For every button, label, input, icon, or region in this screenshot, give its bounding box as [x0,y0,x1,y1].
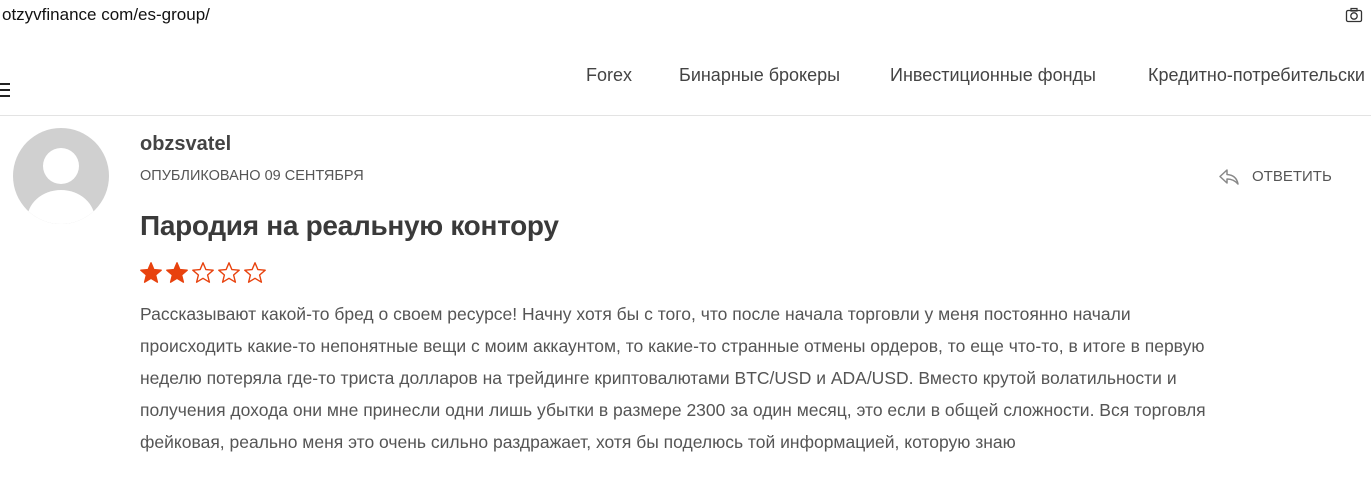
nav-item-binary-brokers[interactable]: Бинарные брокеры [679,65,840,86]
review-author[interactable]: obzsvatel [140,133,231,156]
review-published-date: ОПУБЛИКОВАНО 09 СЕНТЯБРЯ [140,168,364,184]
star-empty-icon [244,262,266,283]
header-divider [0,115,1371,116]
star-rating [139,261,269,285]
star-filled-icon [166,262,188,283]
nav-item-investment-funds[interactable]: Инвестиционные фонды [890,65,1096,86]
reply-label: ОТВЕТИТЬ [1252,168,1332,185]
review-title: Пародия на реальную контору [140,210,559,241]
review-body-line: фейковая, реально меня это очень сильно … [140,432,1016,452]
review-body-line: получения дохода они мне принесли одни л… [140,400,1206,420]
review-body-line: Рассказывают какой-то бред о своем ресур… [140,304,1131,324]
review-body: Рассказывают какой-то бред о своем ресур… [140,298,1320,458]
avatar-silhouette-icon [27,148,95,224]
star-filled-icon [140,262,162,283]
camera-icon[interactable] [1345,6,1363,24]
nav-item-consumer-credit[interactable]: Кредитно-потребительски [1148,65,1365,86]
reply-arrow-icon [1219,169,1239,185]
review-body-line: происходить какие-то непонятные вещи с м… [140,336,1205,356]
hamburger-menu-icon[interactable] [0,79,10,101]
review-body-line: неделю потеряла где-то триста долларов н… [140,368,1177,388]
default-avatar-icon [13,128,109,224]
nav-item-forex[interactable]: Forex [586,65,632,86]
url-text[interactable]: otzyvfinance com/es-group/ [2,5,210,25]
browser-address-bar[interactable]: otzyvfinance com/es-group/ [0,0,1371,34]
star-empty-icon [192,262,214,283]
star-empty-icon [218,262,240,283]
